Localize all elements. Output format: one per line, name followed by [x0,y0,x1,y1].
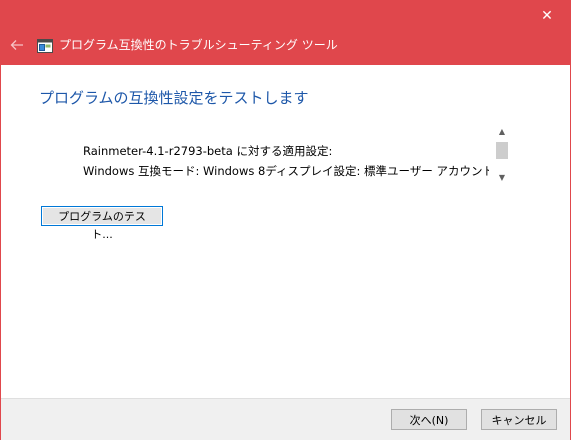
applied-settings-text: Rainmeter-4.1-r2793-beta に対する適用設定: Windo… [83,141,489,185]
close-button[interactable]: ✕ [524,1,570,32]
scroll-down-arrow-icon[interactable]: ▼ [494,171,510,185]
settings-line-mode: Windows 互換モード: Windows 8ディスプレイ設定: 標準ユーザー… [83,164,489,178]
next-button[interactable]: 次へ(N) [391,409,467,430]
scroll-thumb[interactable] [496,142,508,159]
settings-line-program: Rainmeter-4.1-r2793-beta に対する適用設定: [83,144,333,158]
test-program-button[interactable]: プログラムのテスト... [41,206,163,241]
page-heading: プログラムの互換性設定をテストします [39,89,309,107]
window-title: プログラム互換性のトラブルシューティング ツール [59,38,338,52]
back-button[interactable] [10,37,24,51]
close-icon: ✕ [541,8,553,24]
scroll-up-arrow-icon[interactable]: ▲ [494,125,510,139]
compatibility-app-icon [37,38,53,53]
troubleshooter-window: ✕ プログラム互換性のトラブルシューティング ツール プログラムの互換性設定をテ… [0,0,571,440]
title-bar: ✕ プログラム互換性のトラブルシューティング ツール [1,1,570,65]
cancel-button[interactable]: キャンセル [481,409,557,430]
settings-scrollbar[interactable]: ▲ ▼ [494,125,510,185]
back-arrow-icon [10,40,23,50]
button-bar: 次へ(N) キャンセル [1,398,570,440]
